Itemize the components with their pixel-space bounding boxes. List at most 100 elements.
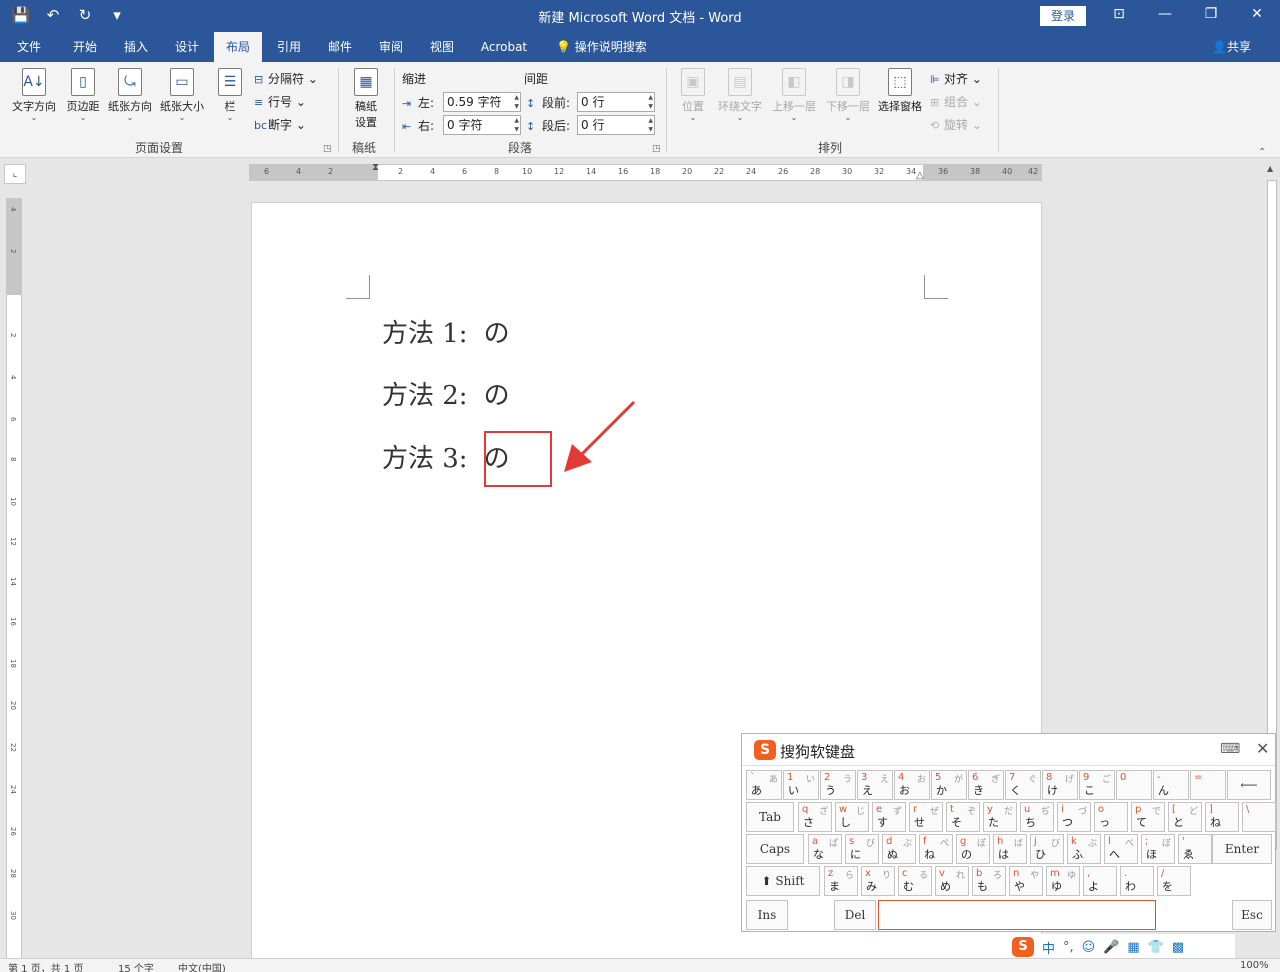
keyboard-key[interactable]: zらま bbox=[824, 866, 858, 896]
keyboard-key[interactable]: [どと bbox=[1168, 802, 1202, 832]
tab-selector-icon[interactable]: ⌞ bbox=[4, 164, 26, 184]
keyboard-key[interactable]: jびひ bbox=[1030, 834, 1064, 864]
enter-key[interactable]: Enter bbox=[1212, 834, 1272, 864]
manuscript-settings-button[interactable]: ▦ 稿纸 设置 bbox=[346, 68, 386, 130]
keyboard-key[interactable]: uぢち bbox=[1020, 802, 1054, 832]
keyboard-key[interactable]: kぶふ bbox=[1067, 834, 1101, 864]
keyboard-key[interactable]: vれめ bbox=[935, 866, 969, 896]
tab-view[interactable]: 视图 bbox=[419, 32, 465, 62]
tab-file[interactable]: 文件 bbox=[8, 32, 50, 62]
send-backward-button[interactable]: ◨ 下移一层 ⌄ bbox=[822, 68, 874, 122]
keyboard-key[interactable]: ` ああ bbox=[746, 770, 782, 800]
keyboard-key[interactable]: gぽの bbox=[956, 834, 990, 864]
spinner-icon[interactable]: ▲ ▼ bbox=[648, 93, 653, 111]
keyboard-key[interactable]: hばは bbox=[993, 834, 1027, 864]
toolbox-icon[interactable]: ▩ bbox=[1172, 940, 1184, 955]
wrap-text-button[interactable]: ▤ 环绕文字 ⌄ bbox=[714, 68, 766, 122]
tab-key[interactable]: Tab bbox=[746, 802, 794, 832]
indent-right-input[interactable]: 0 字符 ▲ ▼ bbox=[443, 115, 521, 135]
keyboard-key[interactable]: nやや bbox=[1009, 866, 1043, 896]
spinner-icon[interactable]: ▲ ▼ bbox=[514, 93, 519, 111]
orientation-button[interactable]: ⤿ 纸张方向 ⌄ bbox=[104, 68, 156, 122]
keyboard-key[interactable]: fぺね bbox=[919, 834, 953, 864]
keyboard-key[interactable]: 9ごこ bbox=[1079, 770, 1115, 800]
keyboard-key[interactable]: 1いい bbox=[783, 770, 819, 800]
keyboard-header[interactable]: S 搜狗软键盘 ⌨ ✕ bbox=[742, 734, 1275, 766]
share-button[interactable]: 👤共享 bbox=[1212, 32, 1251, 62]
keyboard-key[interactable]: 0 bbox=[1116, 770, 1152, 800]
zoom-level[interactable]: 100% bbox=[1240, 960, 1269, 971]
keyboard-key[interactable]: ,よ bbox=[1083, 866, 1117, 896]
keyboard-key[interactable]: lべへ bbox=[1104, 834, 1138, 864]
login-button[interactable]: 登录 bbox=[1040, 6, 1086, 26]
keyboard-key[interactable]: qざさ bbox=[798, 802, 832, 832]
keyboard-key[interactable]: = bbox=[1190, 770, 1226, 800]
tab-insert[interactable]: 插入 bbox=[113, 32, 159, 62]
skin-icon[interactable]: 👕 bbox=[1148, 940, 1164, 955]
ime-toolbar[interactable]: S 中 °, ☺ 🎤 ▦ 👕 ▩ bbox=[1010, 934, 1235, 960]
keyboard-key[interactable]: aぱな bbox=[808, 834, 842, 864]
shift-key[interactable]: ⬆ Shift bbox=[746, 866, 820, 896]
keyboard-key[interactable]: ' ゑ bbox=[1178, 834, 1212, 864]
keyboard-key[interactable]: iづつ bbox=[1057, 802, 1091, 832]
soft-keyboard-icon[interactable]: ▦ bbox=[1127, 940, 1139, 955]
document-line[interactable]: 方法 1: の bbox=[382, 313, 510, 350]
keyboard-key[interactable]: .わ bbox=[1120, 866, 1154, 896]
keyboard-key[interactable]: cるむ bbox=[898, 866, 932, 896]
spinner-icon[interactable]: ▲ ▼ bbox=[648, 116, 653, 134]
sogou-soft-keyboard[interactable]: S 搜狗软键盘 ⌨ ✕ ` ああ 1 いい 2 うう 3 ええ 4 おお 5 がか 6 ぎき 7 ぐく 8 げけ 9… bbox=[741, 733, 1276, 932]
tab-layout[interactable]: 布局 bbox=[214, 32, 262, 62]
align-button[interactable]: ⊫ 对齐 ⌄ bbox=[930, 70, 982, 87]
group-objects-button[interactable]: ⊞ 组合 ⌄ bbox=[930, 93, 982, 110]
margins-button[interactable]: ▯ 页边距 ⌄ bbox=[62, 68, 104, 122]
keyboard-key[interactable]: 7ぐく bbox=[1005, 770, 1041, 800]
keyboard-key[interactable]: rぜせ bbox=[909, 802, 943, 832]
punctuation-icon[interactable]: °, bbox=[1063, 940, 1074, 955]
right-indent-marker-icon[interactable]: △ bbox=[916, 170, 924, 181]
keyboard-key[interactable]: 6ぎき bbox=[968, 770, 1004, 800]
minimize-icon[interactable]: — bbox=[1150, 6, 1180, 22]
ribbon-display-options-icon[interactable]: ⊡ bbox=[1104, 6, 1134, 22]
keyboard-key[interactable]: dぷぬ bbox=[882, 834, 916, 864]
keyboard-key[interactable]: eずす bbox=[872, 802, 906, 832]
keyboard-key[interactable]: xりみ bbox=[861, 866, 895, 896]
keyboard-icon[interactable]: ⌨ bbox=[1220, 741, 1240, 757]
tab-mailings[interactable]: 邮件 bbox=[317, 32, 363, 62]
close-icon[interactable]: ✕ bbox=[1242, 6, 1272, 22]
breaks-button[interactable]: ⊟ 分隔符 ⌄ bbox=[254, 70, 318, 87]
keyboard-close-icon[interactable]: ✕ bbox=[1256, 739, 1269, 758]
language-indicator[interactable]: 中文(中国) bbox=[178, 960, 226, 972]
emoji-icon[interactable]: ☺ bbox=[1082, 940, 1096, 955]
tab-references[interactable]: 引用 bbox=[266, 32, 312, 62]
backspace-key[interactable]: ⟵ bbox=[1227, 770, 1271, 800]
bring-forward-button[interactable]: ◧ 上移一层 ⌄ bbox=[768, 68, 820, 122]
keyboard-key[interactable]: 5がか bbox=[931, 770, 967, 800]
spacing-after-input[interactable]: 0 行 ▲ ▼ bbox=[577, 115, 655, 135]
keyboard-key[interactable]: bろも bbox=[972, 866, 1006, 896]
keyboard-key[interactable]: pでて bbox=[1131, 802, 1165, 832]
page-setup-launcher-icon[interactable]: ◳ bbox=[323, 144, 332, 154]
tab-design[interactable]: 设计 bbox=[164, 32, 210, 62]
keyboard-key[interactable]: \ bbox=[1242, 802, 1276, 832]
size-button[interactable]: ▭ 纸张大小 ⌄ bbox=[156, 68, 208, 122]
space-key[interactable] bbox=[878, 900, 1156, 930]
position-button[interactable]: ▣ 位置 ⌄ bbox=[672, 68, 714, 122]
keyboard-key[interactable]: -ん bbox=[1153, 770, 1189, 800]
collapse-ribbon-icon[interactable]: ⌃ bbox=[1258, 147, 1266, 158]
word-count[interactable]: 15 个字 bbox=[118, 960, 154, 972]
selection-pane-button[interactable]: ⬚ 选择窗格 bbox=[874, 68, 926, 114]
rotate-button[interactable]: ⟲ 旋转 ⌄ bbox=[930, 116, 982, 133]
tab-review[interactable]: 审阅 bbox=[368, 32, 414, 62]
caps-key[interactable]: Caps bbox=[746, 834, 804, 864]
text-direction-button[interactable]: A↓ 文字方向 ⌄ bbox=[8, 68, 60, 122]
keyboard-key[interactable]: 3ええ bbox=[857, 770, 893, 800]
vertical-ruler[interactable]: 4 2 2 4 6 8 10 12 14 16 18 20 22 24 26 2… bbox=[6, 198, 22, 972]
restore-icon[interactable]: ❐ bbox=[1196, 6, 1226, 22]
sogou-logo-icon[interactable]: S bbox=[1012, 937, 1034, 957]
keyboard-key[interactable]: ] ね bbox=[1205, 802, 1239, 832]
document-line[interactable]: 方法 2: の bbox=[382, 375, 510, 412]
indent-marker-icon[interactable]: ⧗ bbox=[372, 162, 379, 173]
indent-left-input[interactable]: 0.59 字符 ▲ ▼ bbox=[443, 92, 521, 112]
keyboard-key[interactable]: yだた bbox=[983, 802, 1017, 832]
page-count[interactable]: 第 1 页，共 1 页 bbox=[8, 960, 83, 972]
